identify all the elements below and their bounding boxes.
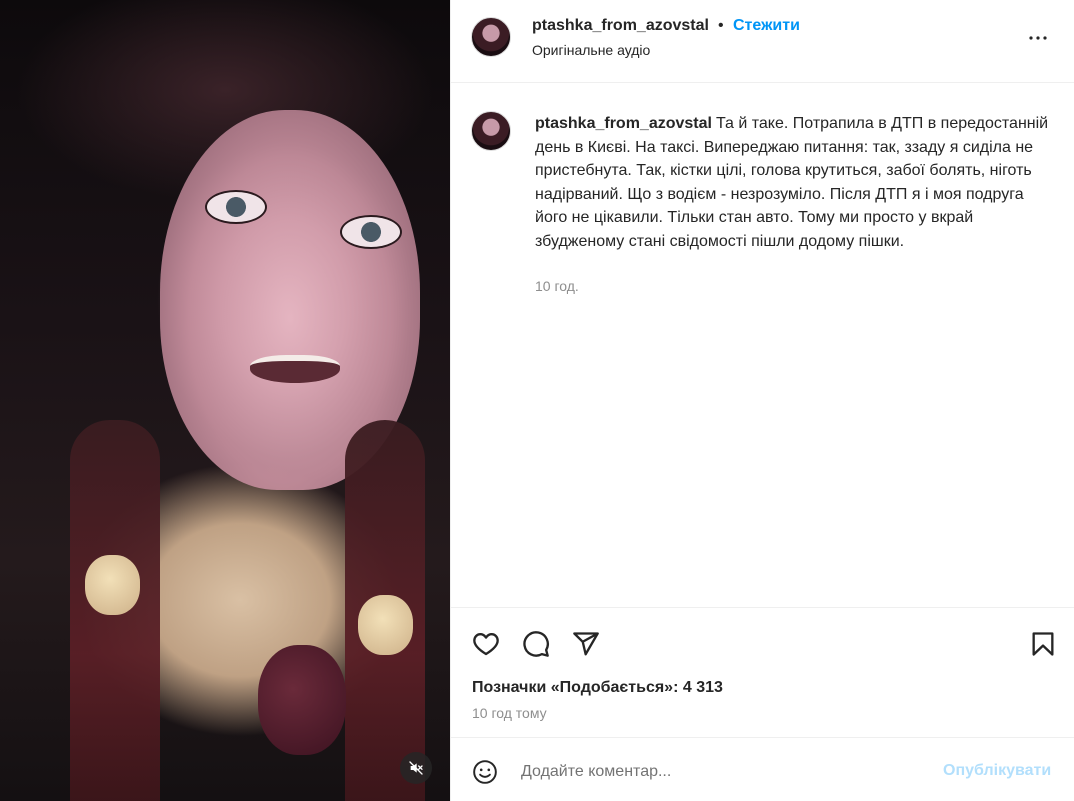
video-frame-scrunchie-left bbox=[85, 555, 140, 615]
caption-username[interactable]: ptashka_from_azovstal bbox=[535, 115, 712, 132]
emoji-smile-icon bbox=[473, 760, 497, 784]
save-button[interactable] bbox=[1026, 627, 1060, 661]
bookmark-icon bbox=[1032, 632, 1054, 656]
author-username[interactable]: ptashka_from_azovstal bbox=[532, 17, 709, 35]
original-audio-link[interactable]: Оригінальне аудіо bbox=[532, 42, 650, 58]
header-separator: • bbox=[718, 17, 724, 34]
share-icon bbox=[573, 632, 599, 656]
caption-body: Та й таке. Потрапила в ДТП в передостанн… bbox=[535, 115, 1049, 250]
comment-bar: Опублікувати bbox=[451, 737, 1074, 801]
video-frame-pendant bbox=[258, 645, 346, 755]
emoji-button[interactable] bbox=[469, 756, 501, 788]
post-panel: ptashka_from_azovstal • Стежити Оригінал… bbox=[450, 0, 1074, 801]
comment-button[interactable] bbox=[519, 627, 553, 661]
comment-input[interactable] bbox=[521, 758, 921, 786]
caption-author-avatar[interactable] bbox=[471, 111, 511, 151]
post-header: ptashka_from_azovstal • Стежити Оригінал… bbox=[451, 0, 1074, 83]
post-actions: Позначки «Подобається»: 4 313 10 год том… bbox=[451, 607, 1074, 737]
heart-icon bbox=[473, 633, 499, 656]
video-frame-eye-right bbox=[340, 215, 402, 249]
more-dots-icon bbox=[1029, 36, 1047, 40]
author-avatar[interactable] bbox=[471, 17, 511, 57]
comment-icon bbox=[523, 631, 549, 657]
mute-toggle-button[interactable] bbox=[400, 752, 432, 784]
caption-text-block: ptashka_from_azovstal Та й таке. Потрапил… bbox=[535, 112, 1055, 253]
caption-timestamp[interactable]: 10 год. bbox=[535, 278, 579, 294]
video-frame-mouth bbox=[250, 355, 340, 383]
speaker-muted-icon bbox=[409, 761, 423, 775]
likes-count[interactable]: Позначки «Подобається»: 4 313 bbox=[472, 679, 723, 697]
publish-button[interactable]: Опублікувати bbox=[943, 762, 1051, 780]
video-frame-scrunchie-right bbox=[358, 595, 413, 655]
more-options-button[interactable] bbox=[1024, 26, 1052, 50]
video-frame-eye-left bbox=[205, 190, 267, 224]
like-button[interactable] bbox=[469, 627, 503, 661]
follow-button[interactable]: Стежити bbox=[733, 17, 800, 35]
post-date[interactable]: 10 год тому bbox=[472, 705, 547, 721]
post-video[interactable] bbox=[0, 0, 450, 801]
post-caption: ptashka_from_azovstal Та й таке. Потрапил… bbox=[451, 84, 1074, 607]
share-button[interactable] bbox=[569, 627, 603, 661]
